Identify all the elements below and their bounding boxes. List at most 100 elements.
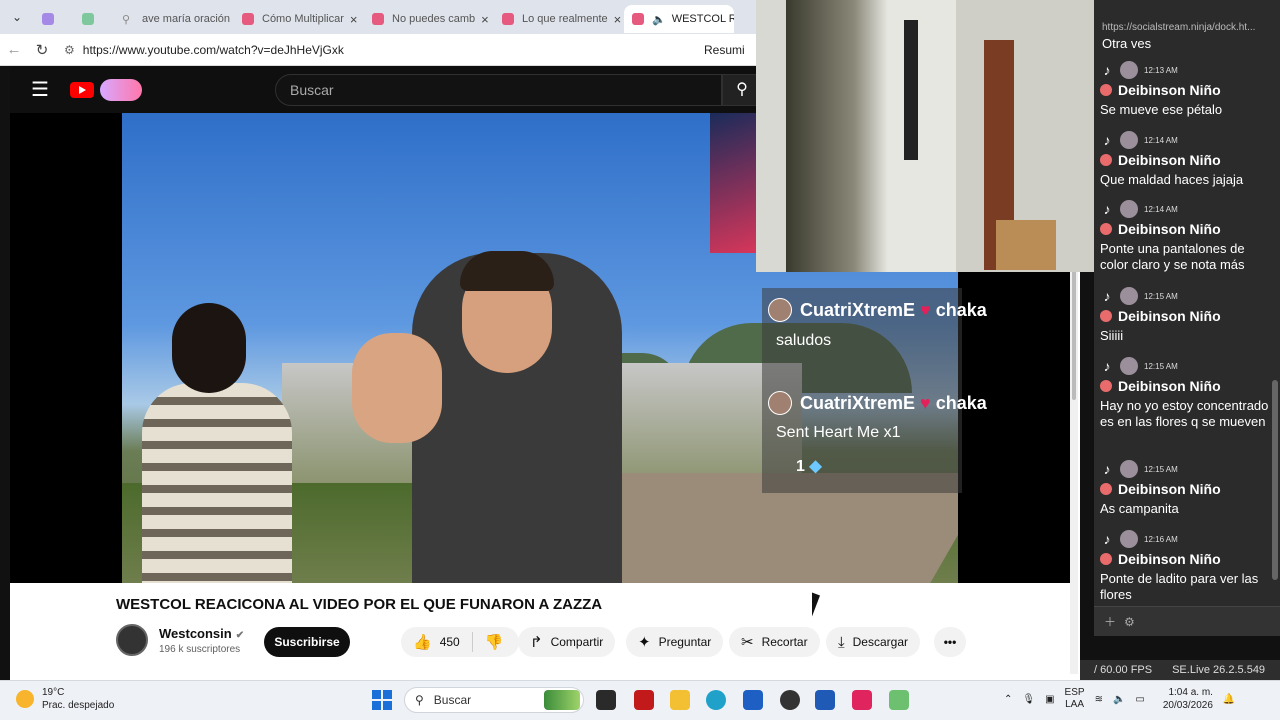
avatar bbox=[1120, 61, 1138, 79]
like-dislike-group: 👍 450 👎 bbox=[401, 627, 519, 657]
badge-icon bbox=[1100, 483, 1112, 495]
verified-icon: ✔ bbox=[235, 630, 245, 641]
avatar bbox=[768, 391, 792, 415]
microphone-icon[interactable]: 🎙 bbox=[1022, 694, 1035, 705]
back-icon[interactable]: ← bbox=[0, 41, 28, 58]
game-icon[interactable] bbox=[544, 690, 580, 710]
youtube-logo-icon[interactable] bbox=[70, 81, 94, 98]
add-icon[interactable]: ＋ bbox=[1104, 613, 1116, 630]
close-icon[interactable]: × bbox=[608, 12, 622, 27]
search-input[interactable]: Buscar bbox=[275, 74, 722, 106]
overlay-user: CuatriXtremE ♥ chaka bbox=[800, 300, 987, 321]
volume-icon[interactable]: 🔈 bbox=[1113, 694, 1125, 705]
tab-title: No puedes camb bbox=[392, 13, 476, 25]
ask-button[interactable]: ✦ Preguntar bbox=[626, 627, 724, 657]
chat-dock: https://socialstream.ninja/dock.ht... Ot… bbox=[1094, 0, 1280, 636]
browser-tab-bar: ⌄ ⚲ave maría oración× Cómo Multiplicar× … bbox=[0, 0, 760, 34]
channel-avatar[interactable] bbox=[116, 624, 148, 656]
diamond-icon: ◆ bbox=[809, 458, 822, 475]
clock-date: 20/03/2026 bbox=[1162, 700, 1213, 711]
browser-tab-pinned-2[interactable] bbox=[74, 5, 114, 33]
chat-scrollbar[interactable] bbox=[1272, 380, 1278, 580]
edge-browser-icon[interactable] bbox=[706, 690, 726, 710]
tiktok-live-icon[interactable] bbox=[852, 690, 872, 710]
sparkle-icon: ✦ bbox=[638, 634, 651, 651]
clock[interactable]: 1:04 a. m. 20/03/2026 bbox=[1163, 686, 1213, 712]
store-icon[interactable] bbox=[743, 690, 763, 710]
person-hand bbox=[352, 333, 442, 443]
gym-bar bbox=[904, 20, 918, 160]
chat-time: 12:15 AM bbox=[1144, 291, 1178, 301]
channel-name-link[interactable]: Westconsin ✔ bbox=[159, 626, 244, 641]
speaker-icon: 🔈 bbox=[652, 13, 666, 26]
badge-icon bbox=[1100, 310, 1112, 322]
chat-message-text: Siiiii bbox=[1100, 328, 1124, 343]
clip-button[interactable]: ✂ Recortar bbox=[729, 627, 820, 657]
menu-icon[interactable]: ☰ bbox=[10, 77, 70, 102]
reload-icon[interactable]: ↻ bbox=[28, 41, 56, 59]
weather-widget[interactable]: 19°C Prac. despejado bbox=[16, 686, 114, 712]
more-actions-icon[interactable]: ••• bbox=[934, 627, 966, 657]
overlay-username: CuatriXtremE bbox=[800, 393, 916, 413]
site-info-icon[interactable]: ⚙ bbox=[64, 43, 75, 57]
app-icon[interactable] bbox=[889, 690, 909, 710]
share-button[interactable]: ↱ Compartir bbox=[518, 627, 616, 657]
battery-icon[interactable]: ▭ bbox=[1135, 694, 1144, 705]
tab-list-button[interactable]: ⌄ bbox=[0, 0, 34, 34]
chat-toolbar: ＋ ⚙ bbox=[1094, 606, 1280, 636]
notification-icon[interactable]: 🔔 bbox=[1223, 694, 1235, 705]
dock-url: https://socialstream.ninja/dock.ht... bbox=[1102, 22, 1256, 33]
word-icon[interactable] bbox=[815, 690, 835, 710]
chat-time: 12:14 AM bbox=[1144, 204, 1178, 214]
chat-message: ♪ 12:15 AM Deibinson Niño Siiiii bbox=[1100, 286, 1274, 344]
browser-tab-active[interactable]: 🔈 WESTCOL RE bbox=[624, 5, 734, 33]
folder-icon[interactable] bbox=[670, 690, 690, 710]
browser-tab[interactable]: Lo que realmente × bbox=[494, 5, 624, 33]
language-indicator[interactable]: ESP LAA bbox=[1065, 687, 1085, 711]
video-thumbnail[interactable] bbox=[710, 113, 760, 253]
chat-username: Deibinson Niño bbox=[1118, 82, 1221, 98]
youtube-doodle[interactable] bbox=[100, 78, 142, 101]
browser-tab[interactable]: ⚲ave maría oración× bbox=[114, 5, 234, 33]
tab-title: ave maría oración bbox=[142, 13, 231, 25]
dislike-icon[interactable]: 👎 bbox=[485, 633, 504, 651]
version-text: SE.Live 26.2.5.549 bbox=[1172, 664, 1266, 676]
browser-tab[interactable]: Cómo Multiplicar × bbox=[234, 5, 364, 33]
fps-readout: / 60.00 FPS bbox=[1094, 664, 1153, 676]
person-background bbox=[142, 383, 292, 583]
tab-title: Cómo Multiplicar bbox=[262, 13, 344, 25]
browser-tab[interactable]: No puedes camb × bbox=[364, 5, 494, 33]
tiktok-icon: ♪ bbox=[1103, 201, 1111, 217]
overlay-username: CuatriXtremE bbox=[800, 300, 916, 320]
browser-tab-pinned-1[interactable] bbox=[34, 5, 74, 33]
chat-message-text: Que maldad haces jajaja bbox=[1100, 172, 1244, 187]
windows-start-icon[interactable] bbox=[372, 690, 392, 710]
divider bbox=[471, 632, 473, 652]
tiktok-alert-overlay: CuatriXtremE ♥ chaka saludos CuatriXtrem… bbox=[762, 288, 987, 493]
badge-icon bbox=[1100, 553, 1112, 565]
chevron-up-icon[interactable]: ⌃ bbox=[1004, 694, 1012, 705]
summarize-button[interactable]: Resumi bbox=[704, 43, 745, 57]
webcam-feed bbox=[756, 0, 1104, 272]
close-icon[interactable]: × bbox=[475, 12, 489, 27]
subscribe-button[interactable]: Suscribirse bbox=[264, 627, 350, 657]
like-icon[interactable]: 👍 bbox=[413, 633, 432, 651]
keyboard-layout: LAA bbox=[1065, 699, 1084, 710]
chat-message: ♪ 12:14 AM Deibinson Niño Ponte una panta… bbox=[1100, 199, 1274, 273]
download-button[interactable]: ⤓ Descargar bbox=[826, 627, 920, 657]
chat-time: 12:16 AM bbox=[1144, 534, 1178, 544]
badge-icon bbox=[1100, 380, 1112, 392]
close-icon[interactable]: × bbox=[344, 12, 358, 27]
tiktok-icon: ♪ bbox=[1103, 461, 1111, 477]
gear-icon[interactable]: ⚙ bbox=[1124, 615, 1135, 629]
obs-icon[interactable] bbox=[780, 690, 800, 710]
terminal-icon[interactable] bbox=[596, 690, 616, 710]
antivirus-icon[interactable] bbox=[634, 690, 654, 710]
chat-message-text: Hay no yo estoy concentrado es en las fl… bbox=[1100, 398, 1269, 429]
tray-app-icon[interactable]: ▣ bbox=[1045, 694, 1054, 705]
url-field[interactable]: ⚙ https://www.youtube.com/watch?v=deJhHeV… bbox=[60, 37, 700, 62]
temperature: 19°C bbox=[42, 687, 65, 698]
wifi-icon[interactable]: ≋ bbox=[1095, 694, 1103, 705]
language-code: ESP bbox=[1064, 687, 1085, 698]
search-icon: ⚲ bbox=[122, 14, 131, 26]
